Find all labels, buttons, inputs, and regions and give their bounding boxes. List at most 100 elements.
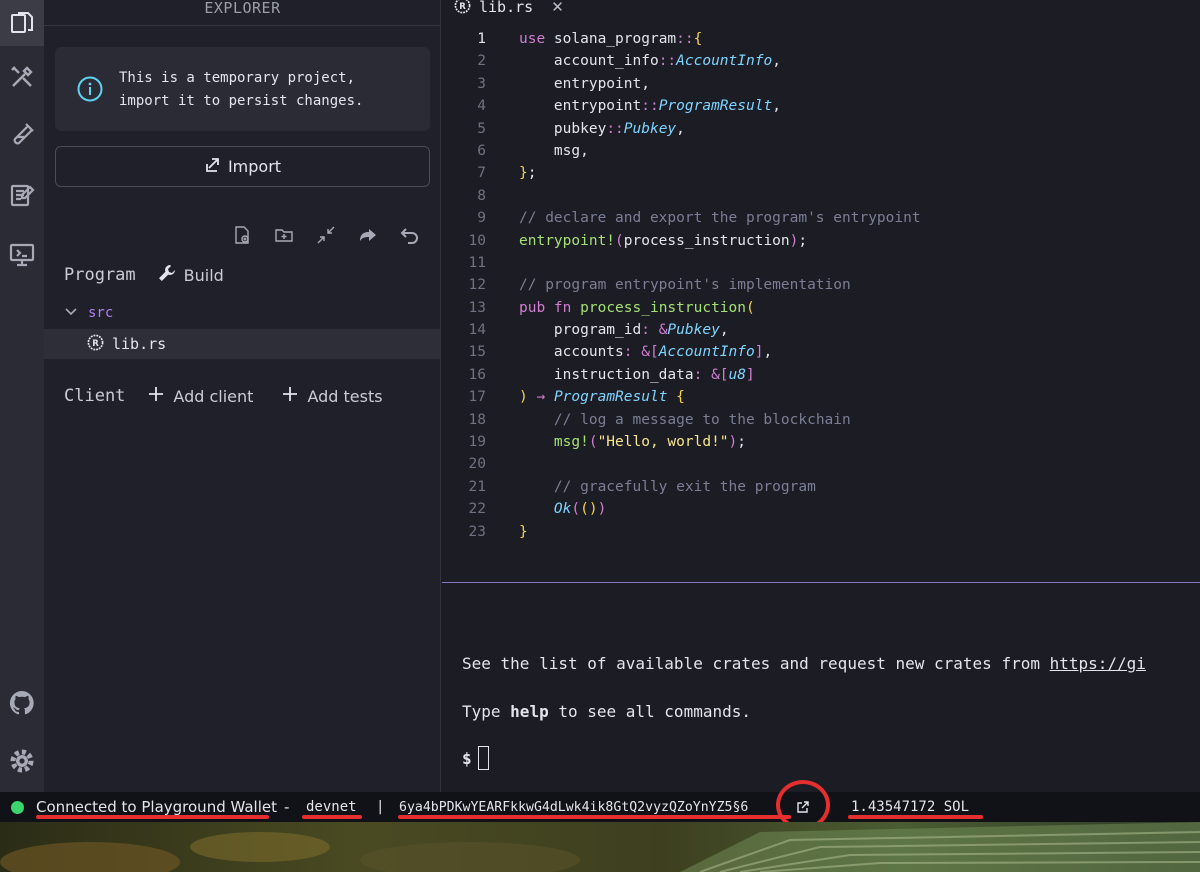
code-line[interactable]: 22 Ok(()) [442,498,1200,520]
client-section: Client Add client Add tests [64,385,383,407]
sidebar-title: EXPLORER [44,0,441,26]
explorer-sidebar: EXPLORER This is a temporary project, im… [44,0,441,792]
code-line[interactable]: 1 use solana_program::{ [442,28,1200,50]
code-text: pubkey::Pubkey, [519,120,685,137]
code-text: instruction_data: &[u8] [519,366,755,383]
line-number: 12 [468,277,486,294]
line-number: 19 [468,434,486,451]
connected-dot-icon [11,800,24,814]
code-line[interactable]: 10 entrypoint!(process_instruction); [442,230,1200,252]
tools-icon[interactable] [0,54,44,100]
plus-icon [281,385,299,407]
code-text: // log a message to the blockchain [553,411,851,428]
code-line[interactable]: 18 // log a message to the blockchain [442,409,1200,431]
status-separator: - [284,798,290,816]
code-text: msg, [519,142,589,159]
code-text: pub fn process_instruction( [519,299,755,316]
program-section: Program Build [64,264,224,286]
explorer-icon[interactable] [0,0,44,46]
svg-text:R: R [92,338,99,348]
line-number: 8 [477,187,486,204]
code-line[interactable]: 16 instruction_data: &[u8] [442,364,1200,386]
code-line[interactable]: 7}; [442,162,1200,184]
add-tests-button[interactable]: Add tests [281,385,383,407]
terminal-panel[interactable]: See the list of available crates and req… [442,584,1200,792]
line-number: 13 [468,299,486,316]
code-line[interactable]: 19 msg!("Hello, world!"); [442,431,1200,453]
code-line[interactable]: 15 accounts: &[AccountInfo], [442,341,1200,363]
program-label: Program [64,265,136,285]
github-icon[interactable] [0,680,44,726]
undo-icon[interactable] [398,223,422,247]
wrench-icon [158,264,176,286]
crates-link[interactable]: https://gi [1050,654,1146,673]
tab-lib-rs[interactable]: R lib.rs ✕ [442,0,576,20]
code-line[interactable]: 9 // declare and export the program's ent… [442,207,1200,229]
new-file-icon[interactable] [230,223,254,247]
line-number: 15 [468,344,486,361]
add-client-label: Add client [173,386,254,406]
new-folder-icon[interactable] [272,223,296,247]
build-button[interactable]: Build [158,264,224,286]
file-lib-rs[interactable]: R lib.rs [44,329,440,359]
folder-src[interactable]: src [64,301,113,325]
code-line[interactable]: 17 ) → ProgramResult { [442,386,1200,408]
line-number: 20 [468,456,486,473]
add-client-button[interactable]: Add client [147,385,253,407]
code-line[interactable]: 5 pubkey::Pubkey, [442,118,1200,140]
code-text: ) → ProgramResult { [519,389,685,406]
line-number: 2 [477,53,486,70]
annotation-underline [848,815,983,819]
code-text: }; [519,165,537,182]
code-content[interactable]: 1 use solana_program::{ 2 account_info::A… [442,28,1200,543]
collapse-icon[interactable] [314,223,338,247]
code-line[interactable]: 3 entrypoint, [442,73,1200,95]
code-text: entrypoint!(process_instruction); [519,232,808,249]
code-editor[interactable]: R lib.rs ✕ 1 use solana_program::{ 2 acco… [442,0,1200,583]
line-number: 23 [468,523,486,540]
code-text: msg!("Hello, world!"); [553,434,746,451]
share-icon[interactable] [356,223,380,247]
plus-icon [147,385,165,407]
temporary-project-notice: This is a temporary project, import it t… [55,47,430,131]
explorer-toolbar [230,222,422,248]
code-text: accounts: &[AccountInfo], [519,344,773,361]
code-line[interactable]: 13 pub fn process_instruction( [442,297,1200,319]
test-icon[interactable] [0,112,44,158]
code-text: entrypoint::ProgramResult, [519,98,781,115]
annotation-underline [398,815,791,819]
code-line[interactable]: 8 [442,185,1200,207]
terminal-crates-line: See the list of available crates and req… [462,654,1146,673]
notice-text: This is a temporary project, import it t… [119,70,364,109]
line-number: 7 [477,165,486,182]
code-line[interactable]: 4 entrypoint::ProgramResult, [442,95,1200,117]
import-button[interactable]: Import [55,146,430,187]
close-icon[interactable]: ✕ [551,0,564,16]
connection-text: Connected to Playground Wallet [36,798,277,816]
annotation-underline [36,815,269,819]
code-line[interactable]: 2 account_info::AccountInfo, [442,50,1200,72]
tab-label: lib.rs [479,0,534,16]
code-line[interactable]: 23} [442,521,1200,543]
code-text: // gracefully exit the program [553,478,816,495]
status-separator: | [376,799,385,815]
code-line[interactable]: 12 // program entrypoint's implementation [442,274,1200,296]
code-text: // declare and export the program's entr… [519,210,921,227]
settings-icon[interactable] [0,738,44,784]
code-line[interactable]: 20 [442,453,1200,475]
code-line[interactable]: 6 msg, [442,140,1200,162]
terminal-prompt-line[interactable]: $ [462,746,489,770]
line-number: 3 [477,75,486,92]
import-icon [204,157,220,177]
programs-icon[interactable] [0,232,44,278]
code-line[interactable]: 11 [442,252,1200,274]
code-text: use solana_program::{ [519,31,703,47]
chevron-down-icon [64,304,78,323]
tutorials-icon[interactable] [0,172,44,218]
code-line[interactable]: 21 // gracefully exit the program [442,476,1200,498]
terminal-prompt: $ [462,748,472,768]
line-number: 17 [468,389,486,406]
code-line[interactable]: 14 program_id: &Pubkey, [442,319,1200,341]
tab-bar: R lib.rs ✕ [442,0,1200,20]
line-number: 11 [468,254,486,271]
